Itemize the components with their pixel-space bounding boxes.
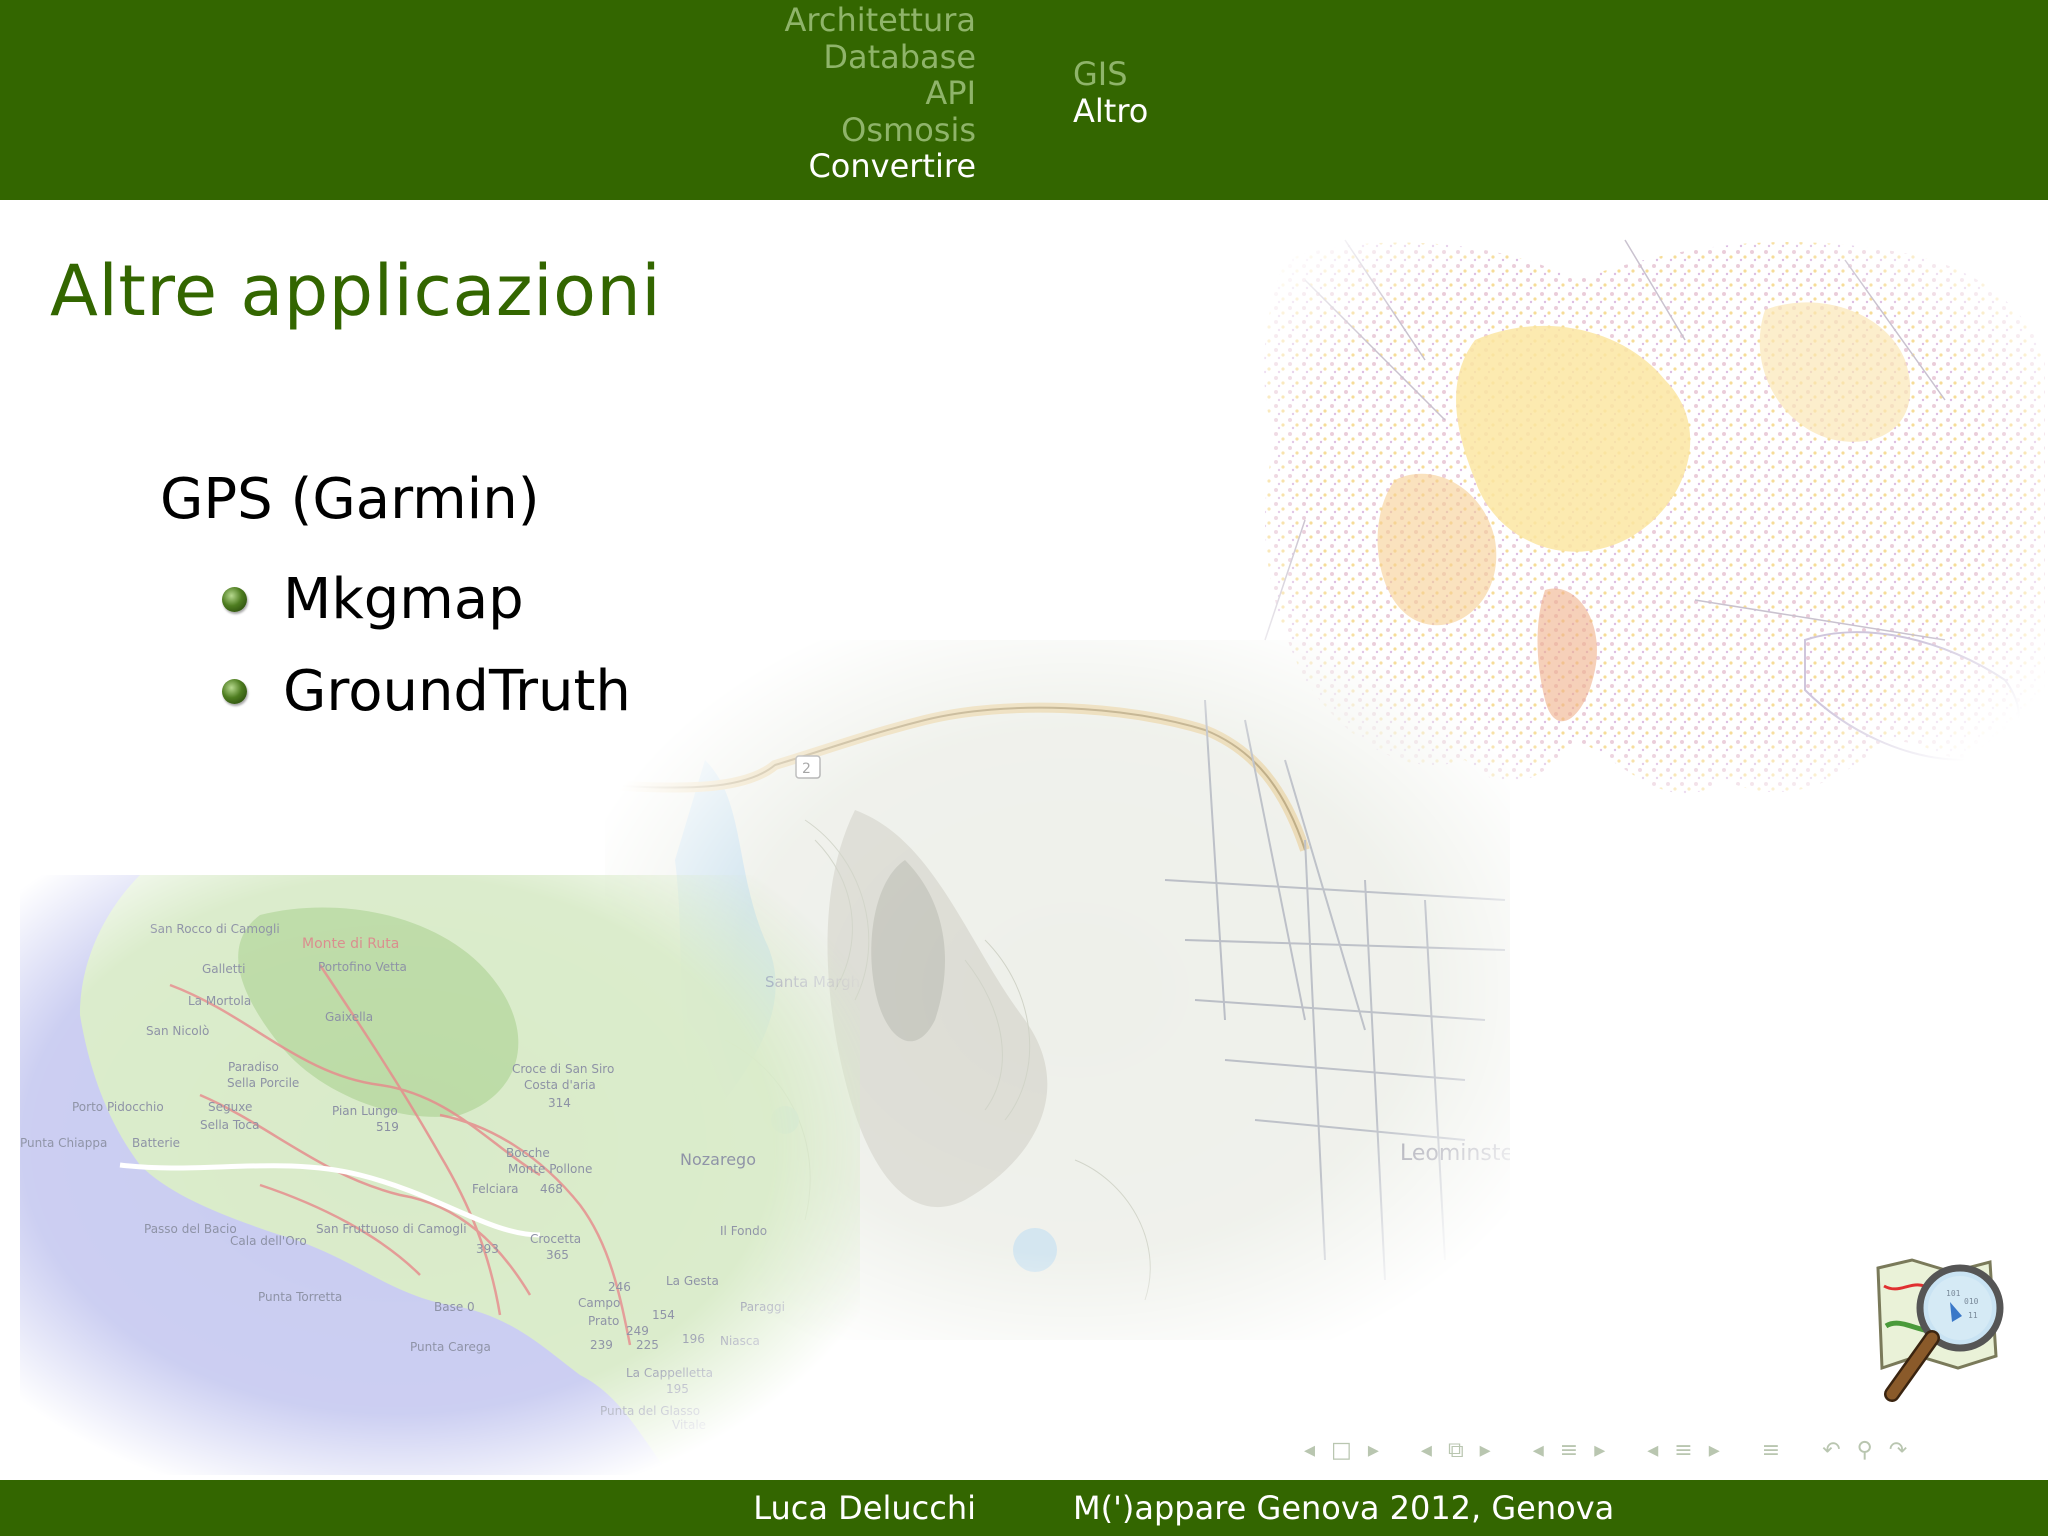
- section-icon[interactable]: ≡: [1556, 1438, 1582, 1463]
- map-label: Base 0: [434, 1300, 475, 1314]
- undo-icon[interactable]: ↶: [1818, 1438, 1844, 1463]
- map-label: Punta Carega: [410, 1340, 491, 1354]
- map-label: Sella Toca: [200, 1118, 259, 1132]
- map-label: Batterie: [132, 1136, 180, 1150]
- map-label: 239: [590, 1338, 613, 1352]
- map-label: 154: [652, 1308, 675, 1322]
- route-shield-label: 2: [802, 761, 811, 777]
- map-label: Gaixella: [325, 1010, 373, 1024]
- search-icon[interactable]: ⚲: [1853, 1438, 1877, 1463]
- gps-heading: GPS (Garmin): [160, 467, 540, 532]
- map-label: Santa Margherita Ligure: [765, 973, 860, 991]
- map-label: Passo del Bacio: [144, 1222, 237, 1236]
- slide-title: Altre applicazioni: [50, 250, 662, 332]
- footer-author: Luca Delucchi: [753, 1489, 976, 1527]
- svg-text:101: 101: [1946, 1289, 1961, 1298]
- frame-prev-icon[interactable]: ◂: [1300, 1438, 1319, 1463]
- map-label: 195: [666, 1382, 689, 1396]
- map-label: Crocetta: [530, 1232, 581, 1246]
- presentation-prev-icon[interactable]: ◂: [1643, 1438, 1662, 1463]
- map-label: 393: [476, 1242, 499, 1256]
- map-label: Bocche: [506, 1146, 550, 1160]
- nav-section-osmosis[interactable]: Osmosis: [785, 111, 976, 149]
- map-label: San Nicolò: [146, 1024, 209, 1038]
- list-item: GroundTruth: [222, 645, 631, 737]
- map-label: Galletti: [202, 962, 245, 976]
- map-label: Paradiso: [228, 1060, 279, 1074]
- map-label: La Mortola: [188, 994, 251, 1008]
- map-label: Costa d'aria: [524, 1078, 596, 1092]
- header-navigation-bar: Architettura Database API Osmosis Conver…: [0, 0, 2048, 200]
- section-next-icon[interactable]: ▸: [1590, 1438, 1609, 1463]
- map-label: 225: [636, 1338, 659, 1352]
- map-label: Vitale: [672, 1418, 706, 1432]
- slide-content: GPS (Garmin) Mkgmap GroundTruth: [160, 460, 631, 737]
- section-navigation: Architettura Database API Osmosis Conver…: [785, 2, 976, 185]
- bullet-list: Mkgmap GroundTruth: [222, 553, 631, 737]
- map-label: Prato: [588, 1314, 619, 1328]
- map-label: Monte Pollone: [508, 1162, 592, 1176]
- map-label: Seguxe: [208, 1100, 252, 1114]
- map-label: 246: [608, 1280, 631, 1294]
- footer-presentation-title: M(')appare Genova 2012, Genova: [1073, 1489, 1615, 1527]
- map-label: 314: [548, 1096, 571, 1110]
- map-label: Punta del Glasso: [600, 1404, 700, 1418]
- map-label: San Rocco di Camogli: [150, 922, 280, 936]
- map-label: Punta Torretta: [258, 1290, 342, 1304]
- map-label: Sella Porcile: [227, 1076, 299, 1090]
- map-label: Niasca: [720, 1334, 760, 1348]
- section-prev-icon[interactable]: ◂: [1529, 1438, 1548, 1463]
- coastal-trail-map: San Rocco di Camogli Monte di Ruta Galle…: [20, 875, 860, 1475]
- map-label: 519: [376, 1120, 399, 1134]
- subsection-navigation: GIS Altro: [1073, 56, 1148, 129]
- map-label: Pian Lungo: [332, 1104, 398, 1118]
- map-label: Felciara: [472, 1182, 519, 1196]
- nav-section-architettura[interactable]: Architettura: [785, 2, 976, 39]
- map-label: Croce di San Siro: [512, 1062, 614, 1076]
- list-item: Mkgmap: [222, 553, 631, 645]
- nav-section-convertire[interactable]: Convertire: [785, 148, 976, 185]
- map-label: Monte di Ruta: [302, 936, 399, 952]
- presentation-icon[interactable]: ≡: [1670, 1438, 1696, 1463]
- nav-subsection-gis[interactable]: GIS: [1073, 56, 1148, 93]
- map-label: Punta Chiappa: [20, 1136, 107, 1150]
- map-label: 365: [546, 1248, 569, 1262]
- map-label: 249: [626, 1324, 649, 1338]
- subsection-icon[interactable]: ⧉: [1444, 1438, 1468, 1463]
- map-label: La Cappelletta: [626, 1366, 713, 1380]
- bullet-icon: [222, 586, 247, 612]
- map-label: Portofino Vetta: [318, 960, 407, 974]
- redo-icon[interactable]: ↷: [1885, 1438, 1911, 1463]
- bullet-icon: [222, 678, 247, 704]
- map-label: Paraggi: [740, 1300, 785, 1314]
- map-label: Campo: [578, 1296, 620, 1310]
- map-label: San Fruttuoso di Camogli: [316, 1222, 467, 1236]
- list-item-label: GroundTruth: [283, 658, 631, 724]
- openstreetmap-logo-icon: 101 010 11: [1872, 1256, 2022, 1416]
- frame-icon[interactable]: □: [1327, 1438, 1356, 1463]
- subsection-next-icon[interactable]: ▸: [1476, 1438, 1495, 1463]
- footer-bar: Luca Delucchi M(')appare Genova 2012, Ge…: [0, 1480, 2048, 1536]
- map-label: 196: [682, 1332, 705, 1346]
- nav-section-database[interactable]: Database: [785, 38, 976, 76]
- nav-subsection-altro[interactable]: Altro: [1073, 92, 1148, 130]
- frame-next-icon[interactable]: ▸: [1364, 1438, 1383, 1463]
- list-item-label: Mkgmap: [283, 566, 524, 632]
- beamer-navigation-symbols: ◂ □ ▸ ◂ ⧉ ▸ ◂ ≡ ▸ ◂ ≡ ▸ ≡ ↶ ⚲ ↷: [1300, 1430, 1911, 1470]
- nav-section-api[interactable]: API: [785, 75, 976, 112]
- map-label: Porto Pidocchio: [72, 1100, 164, 1114]
- map-label: La Gesta: [666, 1274, 719, 1288]
- appendix-icon[interactable]: ≡: [1758, 1438, 1784, 1463]
- map-label: Cala dell'Oro: [230, 1234, 307, 1248]
- svg-text:010: 010: [1964, 1297, 1979, 1306]
- map-label: 468: [540, 1182, 563, 1196]
- subsection-prev-icon[interactable]: ◂: [1417, 1438, 1436, 1463]
- map-label: Il Fondo: [720, 1224, 767, 1238]
- terrain-town-label: Leominster: [1400, 1141, 1510, 1166]
- svg-text:11: 11: [1968, 1311, 1978, 1320]
- presentation-next-icon[interactable]: ▸: [1705, 1438, 1724, 1463]
- map-label: Nozarego: [680, 1150, 756, 1169]
